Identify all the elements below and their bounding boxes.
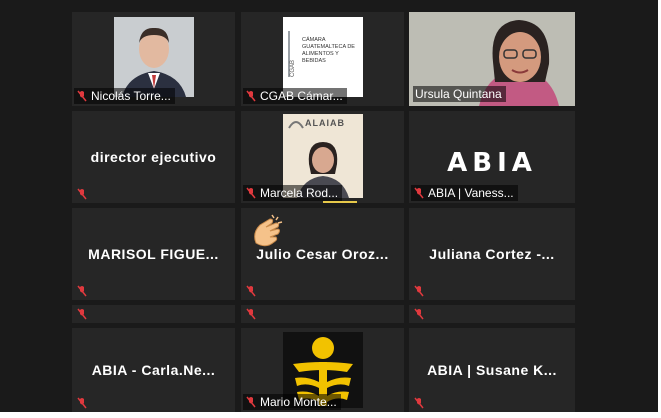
- video-gallery: Nicolás Torre... CGAB CÁMARA GUATEMALTEC…: [0, 0, 658, 412]
- participant-name-bar: Marcela Rod...: [243, 185, 343, 201]
- participant-name: Marcela Rod...: [260, 186, 339, 200]
- alaiab-logo-mark: [288, 121, 304, 129]
- muted-mic-icon: [77, 308, 87, 320]
- cgab-logo-text: CÁMARA GUATEMALTECA DE ALIMENTOS Y BEBID…: [302, 37, 355, 64]
- participant-tile[interactable]: ABIA ABIA | Vaness...: [409, 111, 575, 203]
- participant-name: Mario Monte...: [260, 395, 337, 409]
- participant-tile[interactable]: CGAB CÁMARA GUATEMALTECA DE ALIMENTOS Y …: [241, 12, 404, 106]
- participant-tile[interactable]: ALAIAB Marcela Rod...: [241, 111, 404, 203]
- muted-mic-icon: [246, 187, 256, 199]
- muted-mic-icon: [77, 188, 87, 200]
- participant-name-bar: [74, 187, 92, 201]
- participant-name: director ejecutivo: [90, 149, 217, 165]
- muted-mic-icon: [414, 285, 424, 297]
- participant-name: Ursula Quintana: [415, 87, 502, 101]
- participant-tile[interactable]: Juliana Cortez -...: [409, 208, 575, 300]
- participant-tile[interactable]: Nicolás Torre...: [72, 12, 235, 106]
- participant-name-bar: [243, 284, 261, 298]
- participant-name-bar: [411, 284, 429, 298]
- participant-tile[interactable]: Mario Monte...: [241, 328, 404, 412]
- muted-mic-icon: [77, 90, 87, 102]
- participant-name-bar: Ursula Quintana: [413, 86, 506, 102]
- active-video-indicator: [323, 201, 357, 203]
- muted-mic-icon: [246, 285, 256, 297]
- participant-name-bar: CGAB Cámar...: [243, 88, 347, 104]
- muted-mic-icon: [77, 397, 87, 409]
- participant-tile[interactable]: ABIA | Susane K...: [409, 328, 575, 412]
- muted-mic-icon: [246, 90, 256, 102]
- participant-tile[interactable]: [409, 305, 575, 323]
- participant-name: ABIA - Carla.Ne...: [91, 362, 216, 378]
- participant-name: CGAB Cámar...: [260, 89, 343, 103]
- alaiab-logo-text: ALAIAB: [305, 118, 345, 128]
- participant-name-bar: Mario Monte...: [243, 394, 341, 410]
- muted-mic-icon: [414, 187, 424, 199]
- participant-tile[interactable]: director ejecutivo: [72, 111, 235, 203]
- participant-name: ABIA | Susane K...: [427, 362, 557, 378]
- muted-mic-icon: [414, 308, 424, 320]
- participant-name: MARISOL FIGUE...: [88, 246, 219, 262]
- participant-name: Juliana Cortez -...: [429, 246, 555, 262]
- active-speaker-tile[interactable]: Ursula Quintana: [409, 12, 575, 106]
- participant-tile[interactable]: [72, 305, 235, 323]
- participant-name-bar: [74, 284, 92, 298]
- participant-name-bar: Nicolás Torre...: [74, 88, 175, 104]
- participant-name: ABIA | Vaness...: [428, 186, 514, 200]
- muted-mic-icon: [246, 396, 256, 408]
- muted-mic-icon: [77, 285, 87, 297]
- participant-tile[interactable]: [241, 305, 404, 323]
- cgab-logo: CGAB CÁMARA GUATEMALTECA DE ALIMENTOS Y …: [283, 17, 363, 97]
- muted-mic-icon: [246, 308, 256, 320]
- cgab-tag: CGAB: [288, 31, 300, 77]
- participant-photo: [114, 17, 194, 97]
- muted-mic-icon: [414, 397, 424, 409]
- participant-tile[interactable]: ABIA - Carla.Ne...: [72, 328, 235, 412]
- abia-logo: ABIA: [447, 147, 537, 178]
- participant-name-bar: ABIA | Vaness...: [411, 185, 518, 201]
- participant-name-bar: [74, 396, 92, 410]
- participant-name-bar: [411, 396, 429, 410]
- participant-name: Nicolás Torre...: [91, 89, 171, 103]
- participant-tile[interactable]: MARISOL FIGUE...: [72, 208, 235, 300]
- clapping-hands-icon: [254, 214, 283, 247]
